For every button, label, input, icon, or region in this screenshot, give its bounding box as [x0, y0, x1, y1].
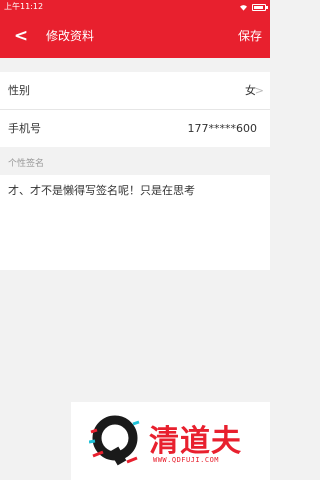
- watermark-url: WWW.QDFUJI.COM: [153, 456, 220, 464]
- gender-label: 性别: [8, 84, 30, 97]
- phone-label: 手机号: [8, 122, 41, 135]
- phone-row[interactable]: 手机号 177*****600: [0, 110, 270, 147]
- battery-icon: [252, 3, 268, 11]
- app-header: < 修改资料 保存: [0, 14, 270, 58]
- status-time: 上午11:12: [4, 2, 44, 11]
- watermark-logo-icon: [89, 415, 140, 466]
- chevron-right-icon: >: [254, 84, 264, 97]
- save-button[interactable]: 保存: [238, 14, 262, 58]
- status-bar: 上午11:12: [0, 0, 270, 14]
- page-title: 修改资料: [46, 29, 95, 43]
- signature-input[interactable]: 才、才不是懒得写签名呢！只是在思考: [0, 175, 270, 270]
- signature-section-label: 个性签名: [8, 159, 45, 169]
- wifi-icon: [240, 4, 247, 11]
- signature-text: 才、才不是懒得写签名呢！只是在思考: [8, 184, 195, 197]
- gender-row[interactable]: 性别 女 >: [0, 72, 270, 109]
- phone-value: 177*****600: [187, 122, 258, 135]
- back-button[interactable]: <: [12, 27, 30, 45]
- watermark: 清道夫 WWW.QDFUJI.COM: [71, 402, 270, 480]
- watermark-brand: 清道夫: [149, 424, 242, 459]
